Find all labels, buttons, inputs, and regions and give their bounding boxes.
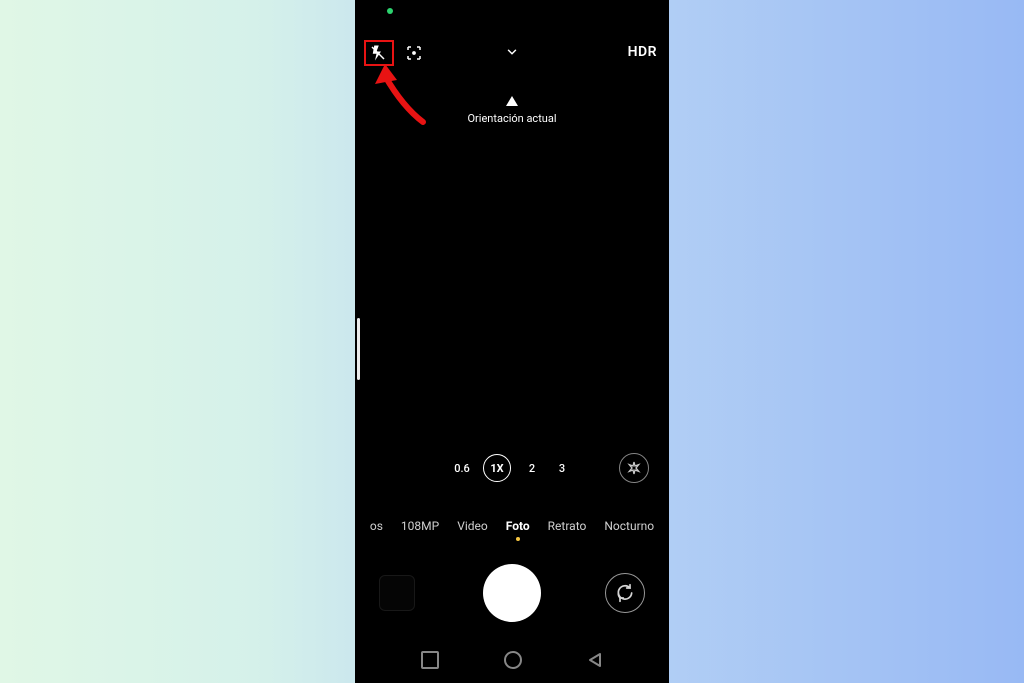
- mode-selector[interactable]: os 108MP Video Foto Retrato Nocturno: [355, 519, 669, 533]
- mode-item-retrato[interactable]: Retrato: [548, 519, 587, 533]
- gallery-thumbnail[interactable]: [379, 575, 415, 611]
- mode-item-108mp[interactable]: 108MP: [401, 519, 439, 533]
- ai-scene-icon[interactable]: [405, 44, 423, 62]
- phone-screen: HDR Orientación actual 0.6 1X 2 3: [355, 0, 669, 683]
- zoom-level-3[interactable]: 3: [553, 462, 571, 475]
- page-background: HDR Orientación actual 0.6 1X 2 3: [0, 0, 1024, 683]
- orientation-indicator: Orientación actual: [355, 96, 669, 125]
- mode-item-video[interactable]: Video: [457, 519, 488, 533]
- chevron-down-icon[interactable]: [502, 45, 522, 59]
- hdr-button[interactable]: HDR: [628, 44, 657, 60]
- flip-camera-button[interactable]: [605, 573, 645, 613]
- mode-item-foto[interactable]: Foto: [506, 519, 530, 533]
- mode-active-dot: [516, 537, 520, 541]
- shutter-row: [355, 558, 669, 628]
- zoom-level-1[interactable]: 1X: [483, 454, 511, 482]
- filters-button[interactable]: [619, 453, 649, 483]
- exposure-slider[interactable]: [357, 318, 360, 380]
- nav-back-icon[interactable]: [588, 652, 604, 668]
- filters-icon: [626, 460, 642, 476]
- zoom-level-2[interactable]: 2: [523, 462, 541, 475]
- zoom-level-0[interactable]: 0.6: [453, 462, 471, 475]
- shutter-button[interactable]: [483, 564, 541, 622]
- triangle-up-icon: [506, 96, 518, 106]
- mode-item-clipped[interactable]: os: [370, 519, 383, 533]
- status-dot: [387, 8, 393, 14]
- nav-home-icon[interactable]: [504, 651, 522, 669]
- zoom-row: 0.6 1X 2 3: [355, 453, 669, 483]
- flip-camera-icon: [615, 583, 635, 603]
- flash-off-icon[interactable]: [369, 44, 387, 62]
- orientation-label: Orientación actual: [467, 112, 556, 125]
- android-nav-bar: [355, 645, 669, 675]
- mode-item-foto-label: Foto: [506, 519, 530, 533]
- mode-item-nocturno[interactable]: Nocturno: [604, 519, 654, 533]
- nav-recent-icon[interactable]: [421, 651, 439, 669]
- zoom-selector[interactable]: 0.6 1X 2 3: [453, 454, 571, 482]
